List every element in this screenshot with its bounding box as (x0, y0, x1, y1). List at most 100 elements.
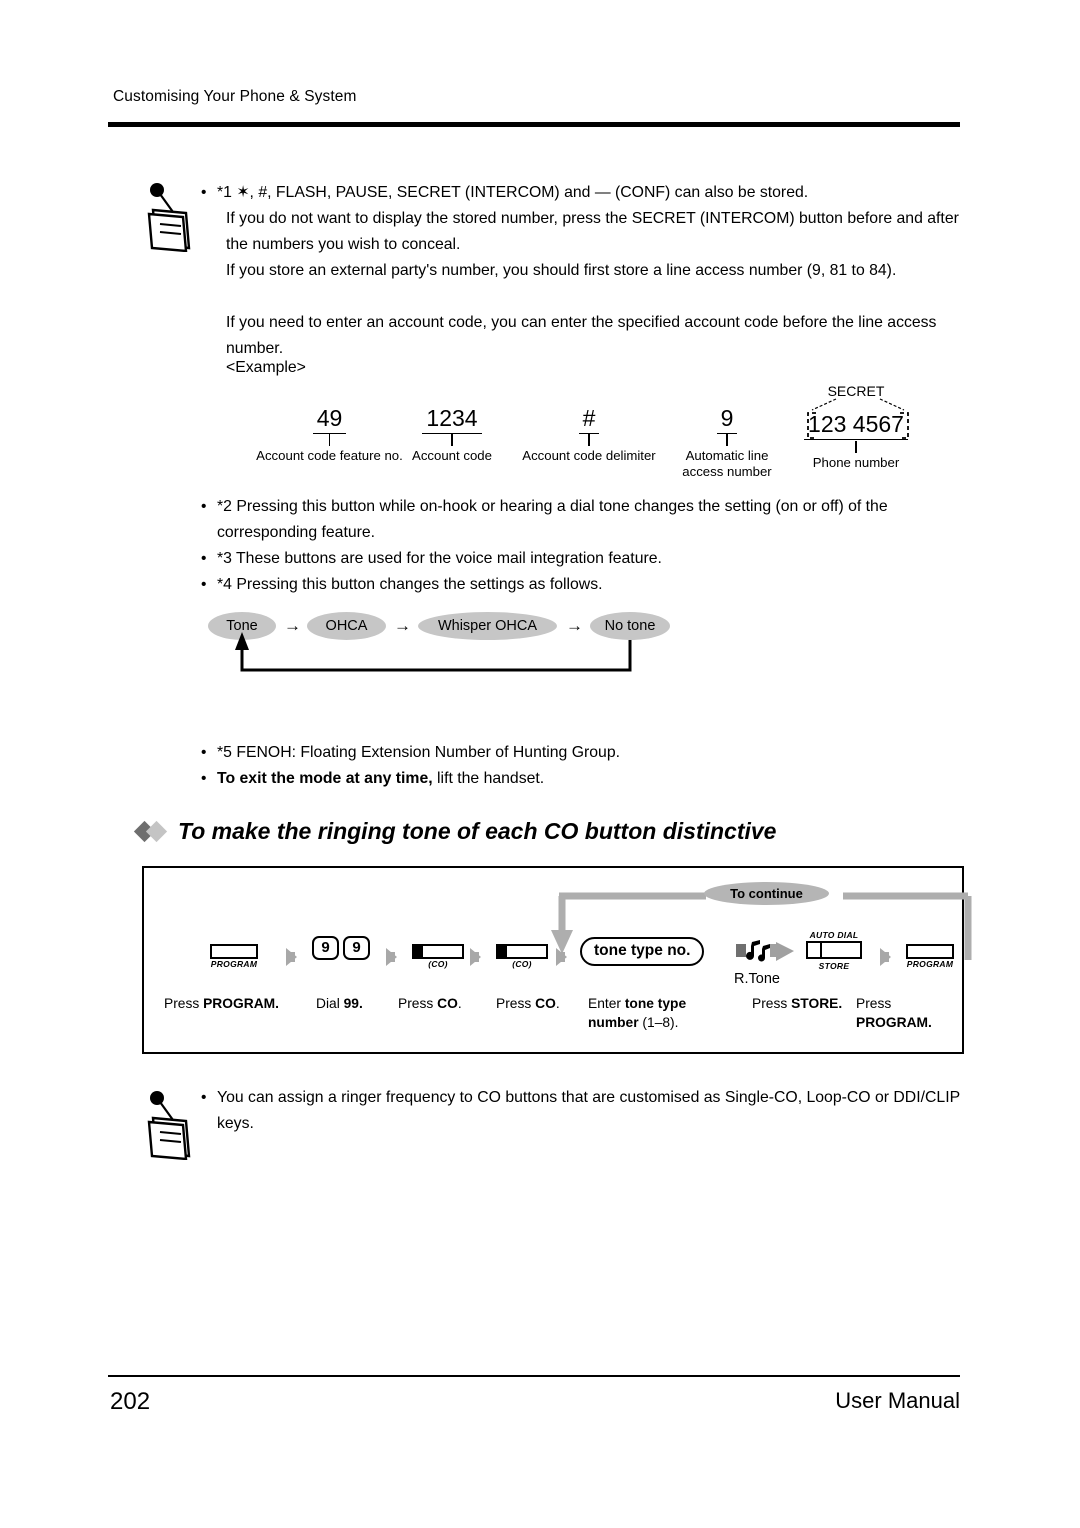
example-label-text: Automatic line access number (682, 448, 772, 479)
step-label-press-program-2: Press PROGRAM. (856, 994, 962, 1032)
note-bullet-1: • *1 ✶, #, FLASH, PAUSE, SECRET (INTERCO… (201, 180, 961, 206)
label-bold: PROGRAM. (856, 1015, 932, 1030)
step-arrow-icon-1 (286, 948, 297, 966)
step-co-button-2[interactable]: (CO) (496, 944, 548, 970)
bullet-marker: • (201, 550, 207, 567)
ohca-state-tone: Tone (208, 612, 276, 640)
note-bullet-1-text: *1 ✶, #, FLASH, PAUSE, SECRET (INTERCOM)… (217, 184, 809, 201)
footnote-2: • *2 Pressing this button while on-hook … (201, 494, 961, 546)
label-plain: Press (752, 996, 792, 1011)
footer-manual-label: User Manual (835, 1388, 960, 1413)
diamond-light-icon (145, 820, 168, 843)
page-header-title: Customising Your Phone & System (113, 88, 357, 105)
step-label-press-co-1: Press CO. (398, 994, 462, 1013)
label-tail: . (555, 996, 560, 1011)
example-value: 49 (312, 405, 347, 434)
bullet-marker: • (201, 498, 207, 515)
note-paragraph-3: If you need to enter an account code, yo… (226, 314, 937, 357)
example-tick (855, 441, 857, 453)
note-paragraph-2: If you store an external party's number,… (226, 262, 897, 279)
example-tick (726, 434, 728, 446)
example-value: 9 (716, 405, 738, 434)
flow-arrow-icon: → (394, 616, 411, 635)
label-plain: Enter (588, 996, 625, 1011)
step-program-button-1[interactable]: PROGRAM (210, 944, 258, 970)
example-diagram: 49 Account code feature no. 1234 Account… (232, 383, 932, 493)
bullet-marker: • (201, 744, 207, 761)
example-label-text: Account code delimiter (522, 448, 656, 463)
keypad-key-9-a[interactable]: 9 (312, 936, 339, 960)
step-label-press-program-1: Press PROGRAM. (164, 994, 279, 1013)
ohca-state-flow-diagram: Tone → OHCA → Whisper OHCA → No tone (200, 604, 680, 684)
bullet-marker: • (201, 770, 207, 787)
keypad-key-9-b[interactable]: 9 (343, 936, 370, 960)
label-bold: 99. (343, 996, 363, 1011)
step-label-dial-99: Dial 99. (316, 994, 363, 1013)
program-button-glyph (210, 944, 258, 959)
note-paragraph-1: If you do not want to display the stored… (226, 210, 959, 253)
flow-arrow-icon: → (284, 616, 301, 635)
secret-label: SECRET (827, 383, 885, 399)
label-bold: PROGRAM. (203, 996, 279, 1011)
footnote-5-text: *5 FENOH: Floating Extension Number of H… (217, 744, 621, 761)
co-button-caption-2: (CO) (512, 959, 532, 969)
footnote-3: • *3 These buttons are used for the voic… (201, 546, 961, 572)
label-plain: Press (164, 996, 204, 1011)
label-plain: Press (496, 996, 536, 1011)
secret-bracket-leaders (811, 398, 905, 411)
label-bold: STORE. (791, 996, 843, 1011)
footer-page-number: 202 (110, 1388, 151, 1415)
step-arrow-icon-5 (880, 948, 891, 966)
step-co-button-1[interactable]: (CO) (412, 944, 464, 970)
label-bold: CO (437, 996, 458, 1011)
example-item-account-code: 1234 Account code (397, 405, 507, 464)
flow-arrow-icon: → (566, 616, 583, 635)
ringtone-caption: R.Tone (734, 971, 780, 987)
bullet-marker: • (201, 184, 207, 201)
ohca-state-no-tone: No tone (590, 612, 670, 640)
step-arrow-icon-2 (386, 948, 397, 966)
note-pencil-paper-icon-bottom (143, 1088, 205, 1161)
ohca-state-whisper-ohca: Whisper OHCA (418, 612, 557, 640)
note-bullet-bottom-text: You can assign a ringer frequency to CO … (217, 1089, 960, 1132)
step-label-enter-tone-type: Enter tone type number (1–8). (588, 994, 718, 1032)
step-keypad-99[interactable]: 9 9 (312, 936, 370, 960)
step-store-button[interactable]: AUTO DIAL STORE (806, 930, 862, 972)
note-bullet-bottom: • You can assign a ringer frequency to C… (201, 1085, 966, 1137)
label-plain: Press (398, 996, 438, 1011)
ringtone-music-note-icon (736, 940, 794, 962)
example-tick (588, 434, 590, 446)
auto-dial-caption: AUTO DIAL (809, 930, 859, 940)
example-label-text: Account code (412, 448, 492, 463)
example-label: <Example> (226, 359, 306, 376)
step-tone-type-no[interactable]: tone type no. (580, 937, 705, 966)
step-label-press-co-2: Press CO. (496, 994, 560, 1013)
label-tail: (1–8). (638, 1015, 679, 1030)
step-program-button-2[interactable]: PROGRAM (906, 944, 954, 970)
co-button-glyph-1 (412, 944, 464, 959)
ohca-state-ohca: OHCA (307, 612, 386, 640)
footnote-4: • *4 Pressing this button changes the se… (201, 572, 961, 598)
footnote-5: • *5 FENOH: Floating Extension Number of… (201, 740, 961, 766)
program-button-caption: PROGRAM (210, 959, 258, 969)
step-arrow-icon-3 (470, 948, 481, 966)
exit-mode-bold: To exit the mode at any time, (217, 770, 433, 787)
co-button-caption-1: (CO) (428, 959, 448, 969)
to-continue-oval: To continue (704, 882, 829, 905)
store-button-glyph (806, 941, 862, 959)
example-tick (328, 434, 331, 446)
note-pencil-paper-icon (143, 180, 205, 253)
footnote-3-text: *3 These buttons are used for the voice … (217, 550, 662, 567)
label-plain: Dial (316, 996, 344, 1011)
step-arrow-icon-4 (556, 948, 567, 966)
example-label-text: Phone number (812, 455, 900, 470)
label-bold: CO (535, 996, 556, 1011)
example-tick (451, 434, 453, 446)
example-value: # (578, 405, 600, 434)
header-divider (108, 122, 960, 127)
label-plain: Press (856, 996, 892, 1011)
program-button-glyph-2 (906, 944, 954, 959)
program-button-caption-2: PROGRAM (906, 959, 954, 969)
example-item-phone-number: SECRET 123 4567 Phone number (780, 383, 932, 471)
example-value: 123 4567 (804, 411, 908, 440)
